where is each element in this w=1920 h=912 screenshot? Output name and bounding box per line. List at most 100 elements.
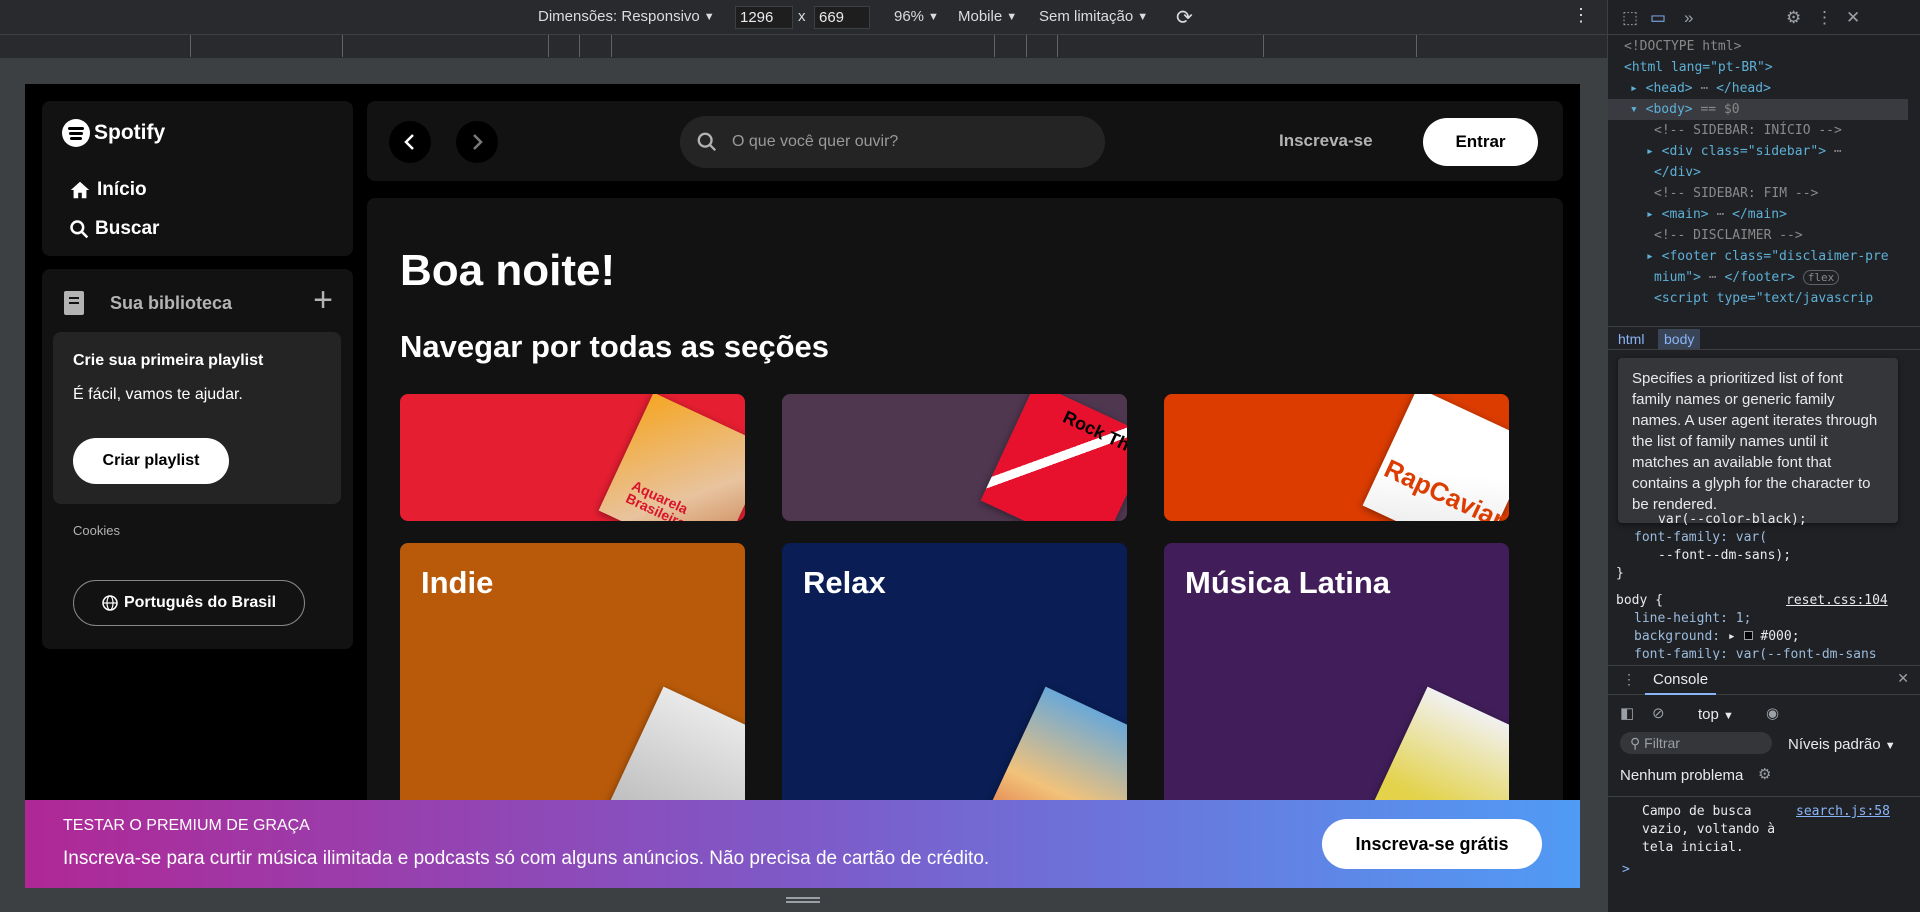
library-panel: Sua biblioteca + Crie sua primeira playl… [42,269,353,649]
script-node[interactable]: <script type="text/javascrip [1654,288,1873,309]
doctype-node[interactable]: <!DOCTYPE html> [1624,36,1741,57]
viewport-resize-handle[interactable] [786,895,820,905]
ruler-tick [1416,35,1417,57]
ruler-tick [1026,35,1027,57]
comment-node[interactable]: <!-- SIDEBAR: INÍCIO --> [1654,120,1842,141]
sidebar-toggle-icon[interactable]: ◧ [1620,704,1634,722]
login-button[interactable]: Entrar [1423,118,1538,166]
genre-label: Indie [421,565,494,600]
zoom-dropdown[interactable]: 96% ▼ [894,8,939,25]
comment-node[interactable]: <!-- DISCLAIMER --> [1654,225,1803,246]
settings-icon[interactable]: ⚙ [1758,765,1771,783]
footer-node-cont: mium"> ⋯ </footer> flex [1654,267,1840,288]
filter-input[interactable]: ⚲ Filtrar [1620,732,1772,754]
signup-link[interactable]: Inscreva-se [1279,131,1373,151]
caret-down-icon: ▼ [1137,10,1149,23]
language-label: Português do Brasil [123,594,277,611]
cookies-link[interactable]: Cookies [73,523,120,538]
album-art-text: RapCaviar [1379,453,1509,521]
forward-button[interactable] [456,121,498,163]
ruler-tick [1057,35,1058,57]
issues-count[interactable]: Nenhum problema [1620,767,1743,784]
rotate-icon[interactable]: ⟳ [1176,5,1193,30]
nav-home[interactable]: Início [69,179,147,201]
library-header[interactable]: Sua biblioteca [62,289,232,317]
close-icon[interactable]: ✕ [1846,8,1860,28]
language-button[interactable]: Português do Brasil [73,580,305,626]
ruler-tick [994,35,995,57]
html-node[interactable]: <html lang="pt-BR"> [1624,57,1773,78]
album-art-text: Aquarela Brasileira [623,477,691,521]
genre-label: Relax [803,565,886,600]
console-tab[interactable]: Console [1644,671,1717,695]
eye-icon[interactable]: ◉ [1766,704,1779,722]
search-icon [70,220,89,239]
genre-card-rock[interactable]: Rock This [782,394,1127,521]
plus-icon[interactable]: + [313,281,333,320]
device-toggle-icon[interactable]: ▭ [1650,8,1666,28]
nav-search[interactable]: Buscar [69,218,159,240]
style-prop[interactable]: line-height: 1; [1634,610,1751,628]
breadcrumb: html body [1608,326,1920,350]
ruler-tick [548,35,549,57]
console-message: Campo de busca vazio, voltando à tela in… [1642,804,1776,855]
section-title: Navegar por todas as seções [400,329,830,364]
spotify-page: Spotify Início Buscar Sua biblioteca + C… [25,84,1580,888]
search-input[interactable] [732,133,1052,151]
devtools-toolbar: ⬚ ▭ » ⚙ ⋮ ✕ [1608,0,1920,35]
context-dropdown[interactable]: top ▼ [1698,706,1734,723]
more-tabs-icon[interactable]: » [1684,8,1693,28]
breadcrumb-html[interactable]: html [1612,329,1650,349]
style-prop[interactable]: font-family: var(--font-dm-sans [1634,646,1877,660]
premium-banner: TESTAR O PREMIUM DE GRAÇA Inscreva-se pa… [25,800,1580,888]
device-type-label: Mobile [958,8,1003,25]
width-input[interactable] [735,6,793,29]
greeting: Boa noite! [400,246,616,295]
body-node[interactable]: ▾ <body> == $0 [1608,99,1908,120]
library-title: Sua biblioteca [110,292,233,313]
sidebar-div-node[interactable]: ▸ <div class="sidebar"> ⋯ [1646,141,1842,162]
style-source-link[interactable]: reset.css:104 [1786,592,1888,610]
breadcrumb-body[interactable]: body [1658,329,1701,349]
free-signup-button[interactable]: Inscreva-se grátis [1322,819,1542,869]
throttling-label: Sem limitação [1039,8,1134,25]
more-options-icon[interactable]: ⋮ [1816,8,1833,28]
inspect-element-icon[interactable]: ⬚ [1622,8,1638,28]
create-playlist-button[interactable]: Criar playlist [73,438,229,484]
style-prop[interactable]: background: ▸ #000; [1634,628,1800,646]
create-playlist-card: Crie sua primeira playlist É fácil, vamo… [53,332,341,504]
console-prompt[interactable]: > [1622,861,1630,879]
search-bar[interactable] [680,116,1105,168]
more-options-icon[interactable]: ⋮ [1572,5,1590,26]
levels-dropdown[interactable]: Níveis padrão ▼ [1788,736,1896,753]
flex-badge[interactable]: flex [1802,270,1840,285]
spotify-logo[interactable]: Spotify [62,119,165,147]
top-bar: Inscreva-se Entrar [367,101,1563,181]
search-icon [697,132,717,152]
height-input[interactable] [814,6,870,29]
media-query-ruler[interactable] [0,35,1607,59]
footer-node[interactable]: ▸ <footer class="disclaimer-pre [1646,246,1889,267]
color-swatch[interactable] [1743,631,1753,640]
genre-card-rap[interactable]: RapCaviar [1164,394,1509,521]
elements-tree: <!DOCTYPE html> <html lang="pt-BR"> ▸ <h… [1608,36,1908,326]
clear-console-icon[interactable]: ⊘ [1652,704,1665,722]
style-rule-selector[interactable]: body { [1616,592,1663,610]
settings-icon[interactable]: ⚙ [1786,8,1801,28]
comment-node[interactable]: <!-- SIDEBAR: FIM --> [1654,183,1818,204]
console-message-source[interactable]: search.js:58 [1796,803,1890,821]
throttling-dropdown[interactable]: Sem limitação ▼ [1039,8,1148,25]
genre-card-aquarela[interactable]: Aquarela Brasileira [400,394,745,521]
drawer-menu-icon[interactable]: ⋮ [1622,671,1636,688]
dimensions-dropdown[interactable]: Dimensões: Responsivo ▼ [538,8,715,25]
main-node[interactable]: ▸ <main> ⋯ </main> [1646,204,1787,225]
device-type-dropdown[interactable]: Mobile ▼ [958,8,1017,25]
chevron-right-icon [473,134,483,150]
head-node[interactable]: ▸ <head> ⋯ </head> [1630,78,1771,99]
back-button[interactable] [389,121,431,163]
spotify-logo-icon [62,119,90,147]
album-art-aquarela: Aquarela Brasileira [598,394,745,521]
genre-card-relax-label: Relax [782,543,982,613]
close-icon[interactable]: ✕ [1897,670,1909,687]
ruler-tick [342,35,343,57]
